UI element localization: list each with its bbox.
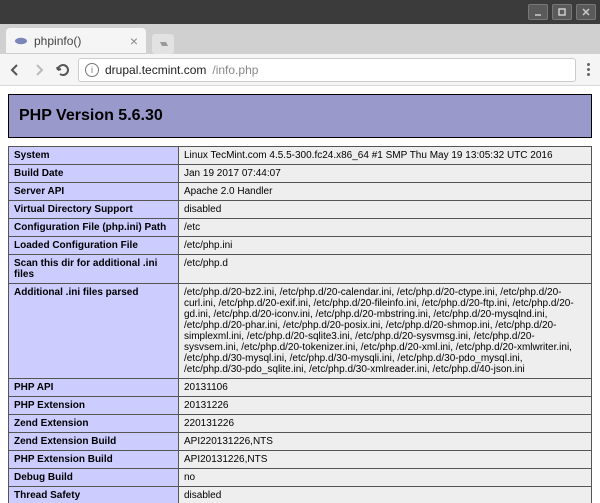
os-titlebar xyxy=(0,0,600,24)
browser-tab[interactable]: phpinfo() × xyxy=(6,28,146,54)
new-tab-button[interactable] xyxy=(152,34,174,54)
phpinfo-row: Scan this dir for additional .ini files/… xyxy=(9,255,592,284)
phpinfo-value: /etc/php.d/20-bz2.ini, /etc/php.d/20-cal… xyxy=(179,284,592,379)
phpinfo-key: PHP Extension xyxy=(9,397,179,415)
php-version-header: PHP Version 5.6.30 xyxy=(8,94,592,138)
phpinfo-key: Virtual Directory Support xyxy=(9,201,179,219)
browser-menu-button[interactable] xyxy=(586,63,590,76)
phpinfo-value: 20131226 xyxy=(179,397,592,415)
phpinfo-table: SystemLinux TecMint.com 4.5.5-300.fc24.x… xyxy=(8,146,592,503)
back-button[interactable] xyxy=(6,61,24,79)
forward-button[interactable] xyxy=(30,61,48,79)
tab-title: phpinfo() xyxy=(34,34,124,48)
phpinfo-row: Loaded Configuration File/etc/php.ini xyxy=(9,237,592,255)
os-close-button[interactable] xyxy=(576,4,596,20)
phpinfo-value: API20131226,NTS xyxy=(179,451,592,469)
phpinfo-row: PHP API20131106 xyxy=(9,379,592,397)
php-favicon-icon xyxy=(14,34,28,48)
phpinfo-key: PHP Extension Build xyxy=(9,451,179,469)
phpinfo-key: Debug Build xyxy=(9,469,179,487)
browser-tabstrip: phpinfo() × xyxy=(0,24,600,54)
phpinfo-value: 20131106 xyxy=(179,379,592,397)
phpinfo-row: SystemLinux TecMint.com 4.5.5-300.fc24.x… xyxy=(9,147,592,165)
phpinfo-key: Additional .ini files parsed xyxy=(9,284,179,379)
url-path: /info.php xyxy=(212,63,258,77)
phpinfo-value: /etc/php.ini xyxy=(179,237,592,255)
url-host: drupal.tecmint.com xyxy=(105,63,206,77)
phpinfo-row: Virtual Directory Supportdisabled xyxy=(9,201,592,219)
phpinfo-row: Thread Safetydisabled xyxy=(9,487,592,503)
phpinfo-key: Loaded Configuration File xyxy=(9,237,179,255)
phpinfo-key: Server API xyxy=(9,183,179,201)
phpinfo-value: /etc xyxy=(179,219,592,237)
phpinfo-key: Zend Extension xyxy=(9,415,179,433)
phpinfo-key: Thread Safety xyxy=(9,487,179,503)
phpinfo-row: Zend Extension220131226 xyxy=(9,415,592,433)
phpinfo-value: disabled xyxy=(179,487,592,503)
phpinfo-row: Debug Buildno xyxy=(9,469,592,487)
phpinfo-value: API220131226,NTS xyxy=(179,433,592,451)
phpinfo-key: Scan this dir for additional .ini files xyxy=(9,255,179,284)
phpinfo-row: Server APIApache 2.0 Handler xyxy=(9,183,592,201)
site-info-icon[interactable]: i xyxy=(85,63,99,77)
phpinfo-value: 220131226 xyxy=(179,415,592,433)
phpinfo-value: no xyxy=(179,469,592,487)
address-bar[interactable]: i drupal.tecmint.com/info.php xyxy=(78,58,576,82)
phpinfo-row: Configuration File (php.ini) Path/etc xyxy=(9,219,592,237)
phpinfo-key: Zend Extension Build xyxy=(9,433,179,451)
phpinfo-key: Build Date xyxy=(9,165,179,183)
os-maximize-button[interactable] xyxy=(552,4,572,20)
phpinfo-row: Build DateJan 19 2017 07:44:07 xyxy=(9,165,592,183)
phpinfo-key: PHP API xyxy=(9,379,179,397)
phpinfo-key: System xyxy=(9,147,179,165)
phpinfo-value: Linux TecMint.com 4.5.5-300.fc24.x86_64 … xyxy=(179,147,592,165)
browser-toolbar: i drupal.tecmint.com/info.php xyxy=(0,54,600,86)
phpinfo-row: PHP Extension20131226 xyxy=(9,397,592,415)
phpinfo-value: /etc/php.d xyxy=(179,255,592,284)
phpinfo-value: Jan 19 2017 07:44:07 xyxy=(179,165,592,183)
phpinfo-value: Apache 2.0 Handler xyxy=(179,183,592,201)
phpinfo-row: Additional .ini files parsed/etc/php.d/2… xyxy=(9,284,592,379)
os-minimize-button[interactable] xyxy=(528,4,548,20)
phpinfo-row: Zend Extension BuildAPI220131226,NTS xyxy=(9,433,592,451)
phpinfo-value: disabled xyxy=(179,201,592,219)
tab-close-icon[interactable]: × xyxy=(130,34,138,48)
phpinfo-row: PHP Extension BuildAPI20131226,NTS xyxy=(9,451,592,469)
reload-button[interactable] xyxy=(54,61,72,79)
page-viewport: PHP Version 5.6.30 SystemLinux TecMint.c… xyxy=(0,86,600,503)
phpinfo-key: Configuration File (php.ini) Path xyxy=(9,219,179,237)
